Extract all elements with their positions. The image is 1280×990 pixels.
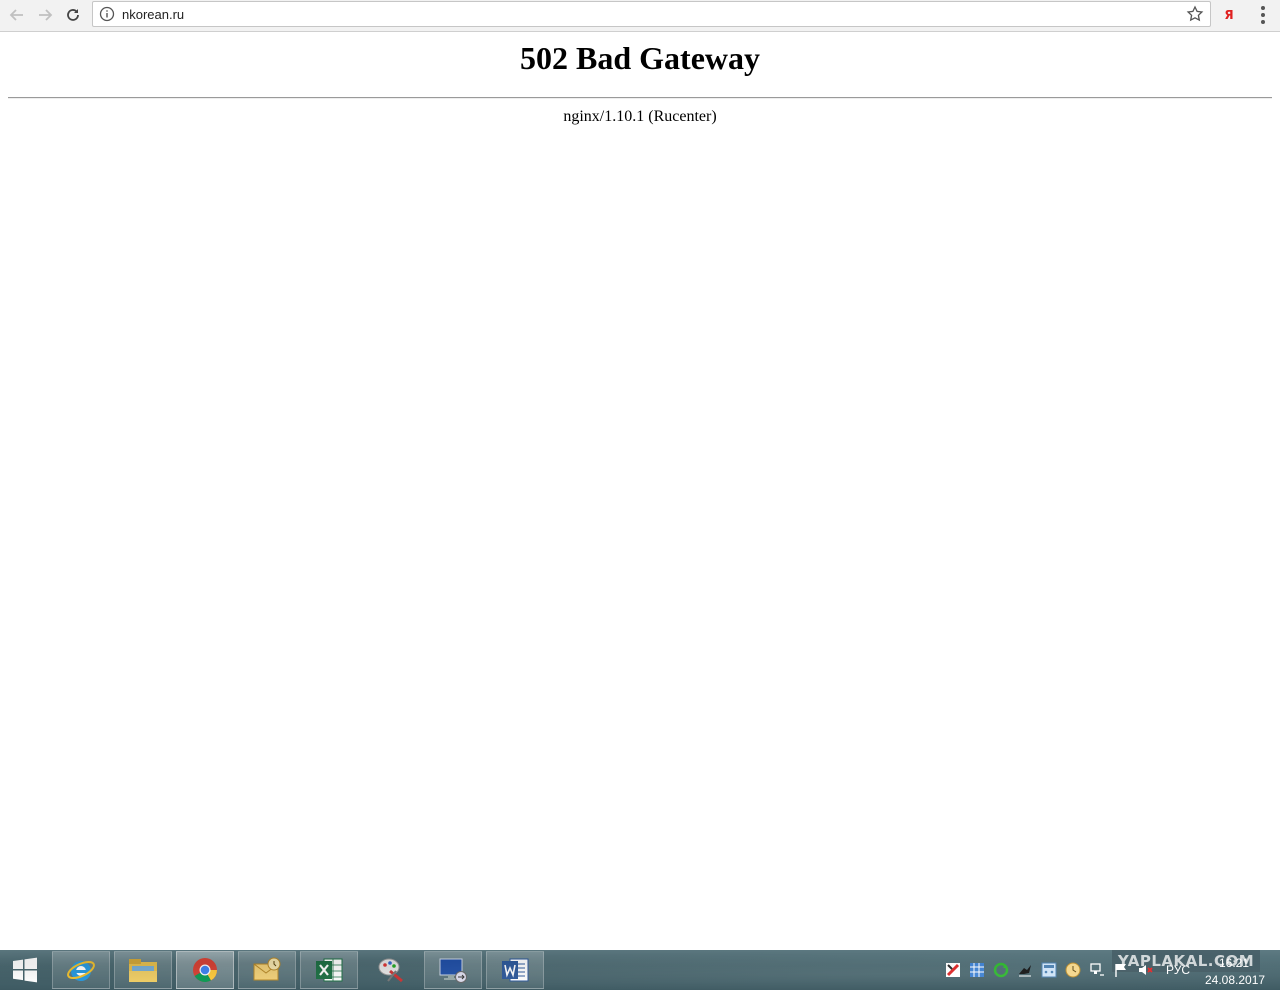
excel-icon — [316, 958, 343, 982]
taskbar-app-excel[interactable] — [300, 951, 358, 989]
menu-dot-icon — [1261, 13, 1265, 17]
address-bar[interactable]: nkorean.ru — [92, 1, 1211, 27]
arrow-left-icon — [9, 9, 23, 21]
menu-dot-icon — [1261, 20, 1265, 24]
arrow-right-icon — [39, 9, 53, 21]
tray-volume[interactable] — [1136, 961, 1154, 979]
tray-antivirus[interactable] — [944, 961, 962, 979]
yandex-extension-button[interactable]: Я — [1219, 5, 1239, 25]
taskbar-app-remote-desktop[interactable] — [424, 951, 482, 989]
folder-icon — [129, 959, 157, 982]
start-button[interactable] — [0, 950, 50, 990]
bird-icon — [1019, 965, 1031, 977]
back-button[interactable] — [5, 3, 29, 27]
tray-network-manager[interactable] — [968, 961, 986, 979]
taskbar-app-outlook-mail[interactable] — [238, 951, 296, 989]
server-signature: nginx/1.10.1 (Rucenter) — [563, 108, 717, 125]
paint-icon — [378, 958, 403, 983]
taskbar-app-internet-explorer[interactable] — [52, 951, 110, 989]
reload-icon — [67, 9, 79, 21]
remote-desktop-icon — [439, 958, 467, 983]
yandex-extension-label: Я — [1224, 8, 1234, 22]
chrome-icon — [193, 958, 217, 983]
page-title: 502 Bad Gateway — [520, 40, 760, 76]
mail-clock-icon — [1065, 962, 1081, 978]
input-language[interactable]: РУС — [1166, 963, 1190, 977]
taskbar-app-chrome[interactable] — [176, 951, 234, 989]
mail-envelope-icon — [253, 957, 281, 981]
horizontal-rule — [8, 97, 1272, 99]
url-text[interactable]: nkorean.ru — [122, 6, 184, 23]
browser-menu-button[interactable] — [1255, 5, 1271, 25]
menu-dot-icon — [1261, 6, 1265, 10]
flag-icon — [1115, 964, 1126, 977]
taskbar-app-paint-tool[interactable] — [362, 951, 420, 989]
antivirus-icon — [946, 963, 960, 977]
speaker-muted-icon — [1139, 965, 1153, 975]
bookmark-star-icon[interactable] — [1186, 5, 1204, 23]
taskbar-app-word[interactable] — [486, 951, 544, 989]
network-grid-icon — [970, 963, 984, 977]
windows-logo-icon — [13, 957, 37, 983]
network-icon — [1090, 963, 1104, 976]
tray-mail[interactable] — [1064, 961, 1082, 979]
forward-button[interactable] — [33, 3, 57, 27]
tray-sync[interactable] — [992, 961, 1010, 979]
reload-button[interactable] — [61, 3, 85, 27]
browser-toolbar: nkorean.ru Я — [0, 0, 1280, 32]
tray-app-bird[interactable] — [1016, 961, 1034, 979]
clock-time[interactable]: 16:21 — [1205, 956, 1263, 970]
sync-icon — [993, 962, 1009, 978]
windows-taskbar: YAPLAKAL.COM РУС 16:21 24.08.2017 — [0, 950, 1280, 990]
word-icon — [502, 958, 529, 982]
info-icon[interactable] — [99, 6, 115, 22]
tray-action-center[interactable] — [1112, 961, 1130, 979]
tray-calculator[interactable] — [1040, 961, 1058, 979]
tray-network[interactable] — [1088, 961, 1106, 979]
ie-icon — [67, 960, 95, 981]
taskbar-app-file-explorer[interactable] — [114, 951, 172, 989]
clock-date[interactable]: 24.08.2017 — [1205, 973, 1265, 987]
calculator-icon — [1041, 962, 1057, 978]
